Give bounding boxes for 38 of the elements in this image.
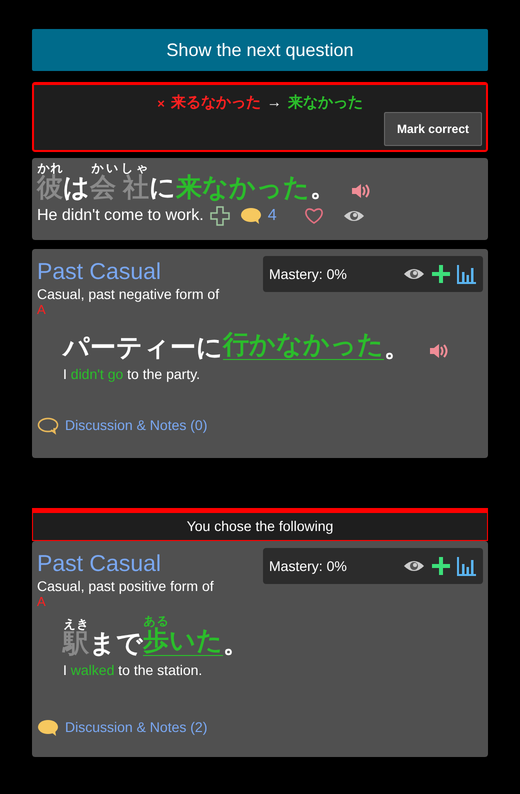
bar-chart-icon[interactable] bbox=[457, 556, 477, 576]
speech-bubble-icon[interactable] bbox=[37, 416, 59, 434]
plus-icon[interactable] bbox=[431, 556, 451, 576]
form-symbol: A bbox=[37, 303, 46, 317]
english-translation: He didn't come to work. bbox=[37, 206, 204, 226]
speaker-icon[interactable] bbox=[428, 342, 448, 360]
form-symbol: A bbox=[37, 595, 46, 609]
mastery-label: Mastery: 0% bbox=[269, 264, 348, 284]
japanese-sentence: パーティーに行かなかった。 bbox=[63, 331, 410, 360]
bar-chart-icon[interactable] bbox=[457, 264, 477, 284]
correct-answer: 来なかった bbox=[288, 93, 363, 113]
discussion-link[interactable]: Discussion & Notes (2) bbox=[65, 717, 208, 738]
plus-icon[interactable] bbox=[431, 264, 451, 284]
english-translation: I walked to the station. bbox=[63, 662, 202, 678]
eye-icon[interactable] bbox=[403, 267, 425, 281]
japanese-sentence: 駅 えき まで歩 ある いた。 bbox=[63, 615, 249, 656]
next-question-button[interactable]: Show the next question bbox=[32, 29, 488, 71]
english-translation: I didn't go to the party. bbox=[63, 366, 200, 382]
speaker-icon[interactable] bbox=[350, 182, 370, 200]
speech-bubble-icon[interactable] bbox=[37, 718, 59, 736]
grammar-title[interactable]: Past Casual bbox=[37, 257, 162, 285]
mastery-label: Mastery: 0% bbox=[269, 556, 348, 576]
arrow-text: → bbox=[266, 93, 282, 113]
speech-bubble-icon[interactable] bbox=[240, 207, 262, 225]
wrong-answer: 来るなかった bbox=[170, 93, 261, 113]
heart-icon[interactable] bbox=[302, 207, 325, 225]
eye-icon[interactable] bbox=[403, 559, 425, 573]
mark-correct-button[interactable]: Mark correct bbox=[384, 112, 482, 146]
discussion-link[interactable]: Discussion & Notes (0) bbox=[65, 415, 208, 436]
japanese-sentence: 彼 かれ は会 社 かいしゃ に来なかった。 bbox=[37, 162, 336, 200]
eye-icon[interactable] bbox=[342, 209, 365, 223]
plus-icon[interactable] bbox=[210, 206, 230, 226]
grammar-description: Casual, past negative form of bbox=[37, 285, 220, 303]
section-header: You chose the following bbox=[32, 508, 488, 541]
wrong-mark: × bbox=[157, 94, 165, 112]
grammar-title[interactable]: Past Casual bbox=[37, 549, 162, 577]
comment-count: 4 bbox=[268, 206, 277, 226]
grammar-description: Casual, past positive form of bbox=[37, 577, 215, 595]
